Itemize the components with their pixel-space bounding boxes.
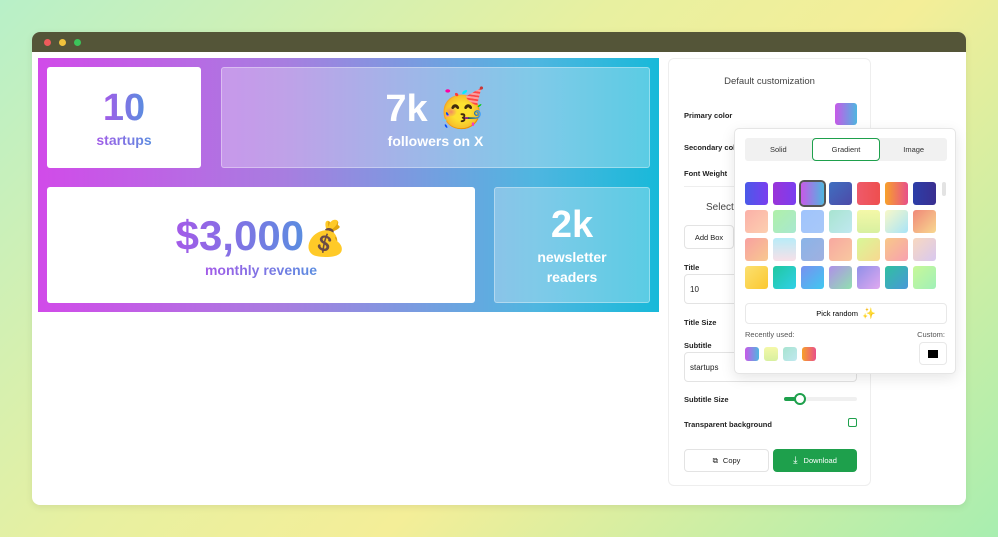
recently-used-label: Recently used: bbox=[745, 330, 795, 339]
copy-icon: ⧉ bbox=[712, 455, 718, 465]
close-dot[interactable] bbox=[44, 38, 51, 46]
gradient-swatch[interactable] bbox=[829, 210, 852, 233]
font-weight-label: Font Weight bbox=[684, 169, 728, 178]
maximize-dot[interactable] bbox=[74, 38, 81, 46]
gradient-swatch[interactable] bbox=[913, 266, 936, 289]
gradient-swatch[interactable] bbox=[885, 266, 908, 289]
recent-swatch[interactable] bbox=[764, 347, 778, 361]
recent-swatch[interactable] bbox=[802, 347, 816, 361]
gradient-swatch[interactable] bbox=[885, 210, 908, 233]
gradient-swatch[interactable] bbox=[773, 210, 796, 233]
stat-box-newsletter[interactable]: 2k newsletter readers bbox=[494, 187, 650, 303]
custom-color-preview bbox=[928, 349, 938, 358]
box-title: $3,000 bbox=[175, 212, 305, 259]
gradient-swatch[interactable] bbox=[913, 210, 936, 233]
gradient-swatch[interactable] bbox=[885, 238, 908, 261]
panel-heading: Default customization bbox=[724, 76, 815, 87]
download-icon: ⤓ bbox=[793, 455, 798, 466]
copy-label: Copy bbox=[722, 456, 741, 465]
title-size-label: Title Size bbox=[684, 318, 717, 327]
transparent-checkbox[interactable] bbox=[848, 418, 857, 427]
gradient-swatch[interactable] bbox=[913, 182, 936, 205]
transparent-label: Transparent background bbox=[684, 420, 772, 429]
gradient-swatch[interactable] bbox=[801, 210, 824, 233]
primary-color-label: Primary color bbox=[684, 111, 733, 120]
box-title: 2k bbox=[550, 203, 594, 246]
download-button[interactable]: ⤓ Download bbox=[773, 449, 857, 472]
select-heading: Select bbox=[706, 202, 734, 213]
browser-window: 10 startups 7k 🥳 followers on X $3,000💰 … bbox=[32, 32, 966, 505]
gradient-swatch[interactable] bbox=[857, 238, 880, 261]
box-title: 7k bbox=[385, 87, 428, 130]
title-bar bbox=[32, 32, 966, 52]
subtitle-size-slider[interactable] bbox=[784, 393, 857, 405]
preview-canvas: 10 startups 7k 🥳 followers on X $3,000💰 … bbox=[38, 58, 659, 312]
gradient-swatch[interactable] bbox=[801, 266, 824, 289]
gradient-swatch[interactable] bbox=[857, 266, 880, 289]
gradient-swatch[interactable] bbox=[829, 238, 852, 261]
recent-swatches bbox=[745, 347, 816, 361]
gradient-swatch-grid bbox=[745, 180, 936, 289]
gradient-swatch[interactable] bbox=[857, 182, 880, 205]
gradient-swatch[interactable] bbox=[745, 182, 768, 205]
gradient-swatch[interactable] bbox=[773, 266, 796, 289]
box-subtitle: monthly revenue bbox=[204, 262, 318, 278]
gradient-swatch[interactable] bbox=[857, 210, 880, 233]
gradient-swatch[interactable] bbox=[913, 238, 936, 261]
subtitle-size-label: Subtitle Size bbox=[684, 395, 729, 404]
sparkles-icon: ✨ bbox=[861, 308, 876, 320]
tab-solid[interactable]: Solid bbox=[745, 138, 812, 161]
subtitle-label: Subtitle bbox=[684, 341, 712, 350]
partying-face-emoji-icon: 🥳 bbox=[438, 87, 486, 130]
gradient-swatch[interactable] bbox=[799, 180, 826, 207]
download-label: Download bbox=[803, 456, 837, 465]
box-subtitle: startups bbox=[96, 132, 152, 148]
gradient-swatch[interactable] bbox=[829, 266, 852, 289]
gradient-swatch[interactable] bbox=[885, 182, 908, 205]
stat-box-startups[interactable]: 10 startups bbox=[47, 67, 201, 168]
stat-box-revenue[interactable]: $3,000💰 monthly revenue bbox=[47, 187, 475, 303]
box-subtitle: newsletter readers bbox=[537, 248, 607, 285]
pick-random-label: Pick random bbox=[816, 309, 858, 318]
tab-image[interactable]: Image bbox=[880, 138, 947, 161]
gradient-swatch[interactable] bbox=[829, 182, 852, 205]
gradient-swatch[interactable] bbox=[773, 182, 796, 205]
box-subtitle: followers on X bbox=[387, 132, 484, 149]
recent-swatch[interactable] bbox=[783, 347, 797, 361]
recent-swatch[interactable] bbox=[745, 347, 759, 361]
custom-color-button[interactable] bbox=[919, 342, 947, 365]
custom-label: Custom: bbox=[917, 330, 945, 339]
gradient-swatch[interactable] bbox=[745, 210, 768, 233]
title-label: Title bbox=[684, 263, 700, 272]
minimize-dot[interactable] bbox=[59, 38, 66, 46]
tab-gradient[interactable]: Gradient bbox=[811, 138, 881, 161]
add-box-button[interactable]: Add Box bbox=[684, 225, 734, 249]
stat-box-followers[interactable]: 7k 🥳 followers on X bbox=[221, 67, 650, 168]
money-bag-emoji-icon: 💰 bbox=[304, 220, 347, 258]
slider-thumb[interactable] bbox=[794, 393, 806, 405]
color-picker-popover: Solid Gradient Image Pick random ✨ Recent… bbox=[734, 128, 956, 374]
gradient-swatch[interactable] bbox=[801, 238, 824, 261]
picker-tabs: Solid Gradient Image bbox=[745, 138, 947, 161]
pick-random-button[interactable]: Pick random ✨ bbox=[745, 303, 947, 324]
box-title: 10 bbox=[102, 87, 146, 129]
gradient-swatch[interactable] bbox=[745, 266, 768, 289]
scrollbar[interactable] bbox=[942, 182, 946, 196]
primary-color-swatch[interactable] bbox=[835, 103, 857, 125]
gradient-swatch[interactable] bbox=[745, 238, 768, 261]
gradient-swatch[interactable] bbox=[773, 238, 796, 261]
copy-button[interactable]: ⧉ Copy bbox=[684, 449, 769, 472]
